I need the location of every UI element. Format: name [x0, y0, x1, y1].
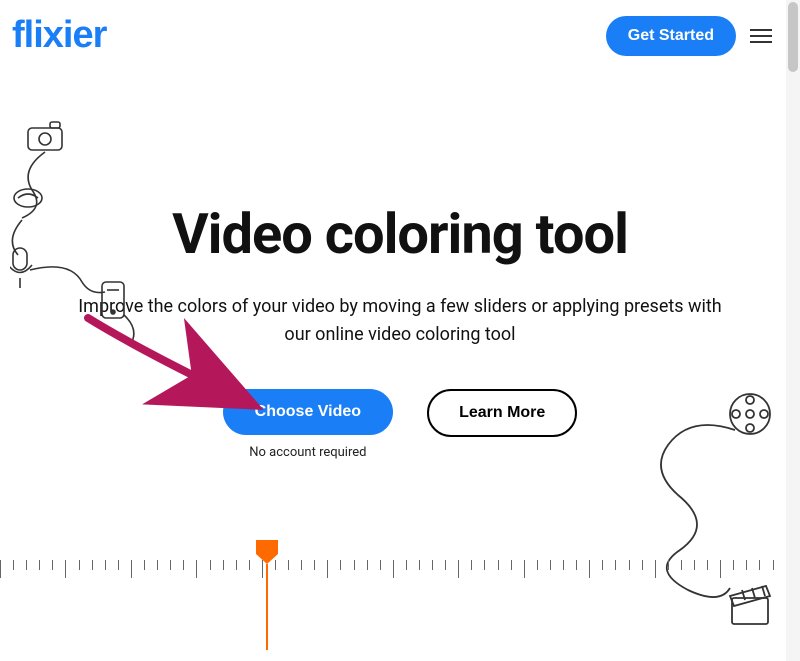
hero: Video coloring tool Improve the colors o… — [0, 71, 800, 460]
choose-video-button[interactable]: Choose Video — [223, 389, 393, 435]
choose-video-column: Choose Video No account required — [223, 389, 393, 460]
cta-row: Choose Video No account required Learn M… — [0, 389, 800, 460]
get-started-button[interactable]: Get Started — [606, 16, 736, 56]
logo[interactable]: flixier — [12, 14, 106, 57]
hamburger-menu-icon[interactable] — [750, 29, 772, 43]
page-title: Video coloring tool — [0, 201, 800, 267]
learn-more-button[interactable]: Learn More — [427, 389, 577, 437]
header: flixier Get Started — [0, 0, 800, 71]
scrollbar-thumb[interactable] — [788, 2, 798, 72]
page-subtitle: Improve the colors of your video by movi… — [50, 293, 750, 349]
timeline-ticks — [0, 560, 786, 580]
timeline-playhead-icon[interactable] — [256, 540, 278, 630]
timeline — [0, 560, 786, 640]
header-right: Get Started — [606, 16, 772, 56]
no-account-hint: No account required — [249, 445, 366, 460]
